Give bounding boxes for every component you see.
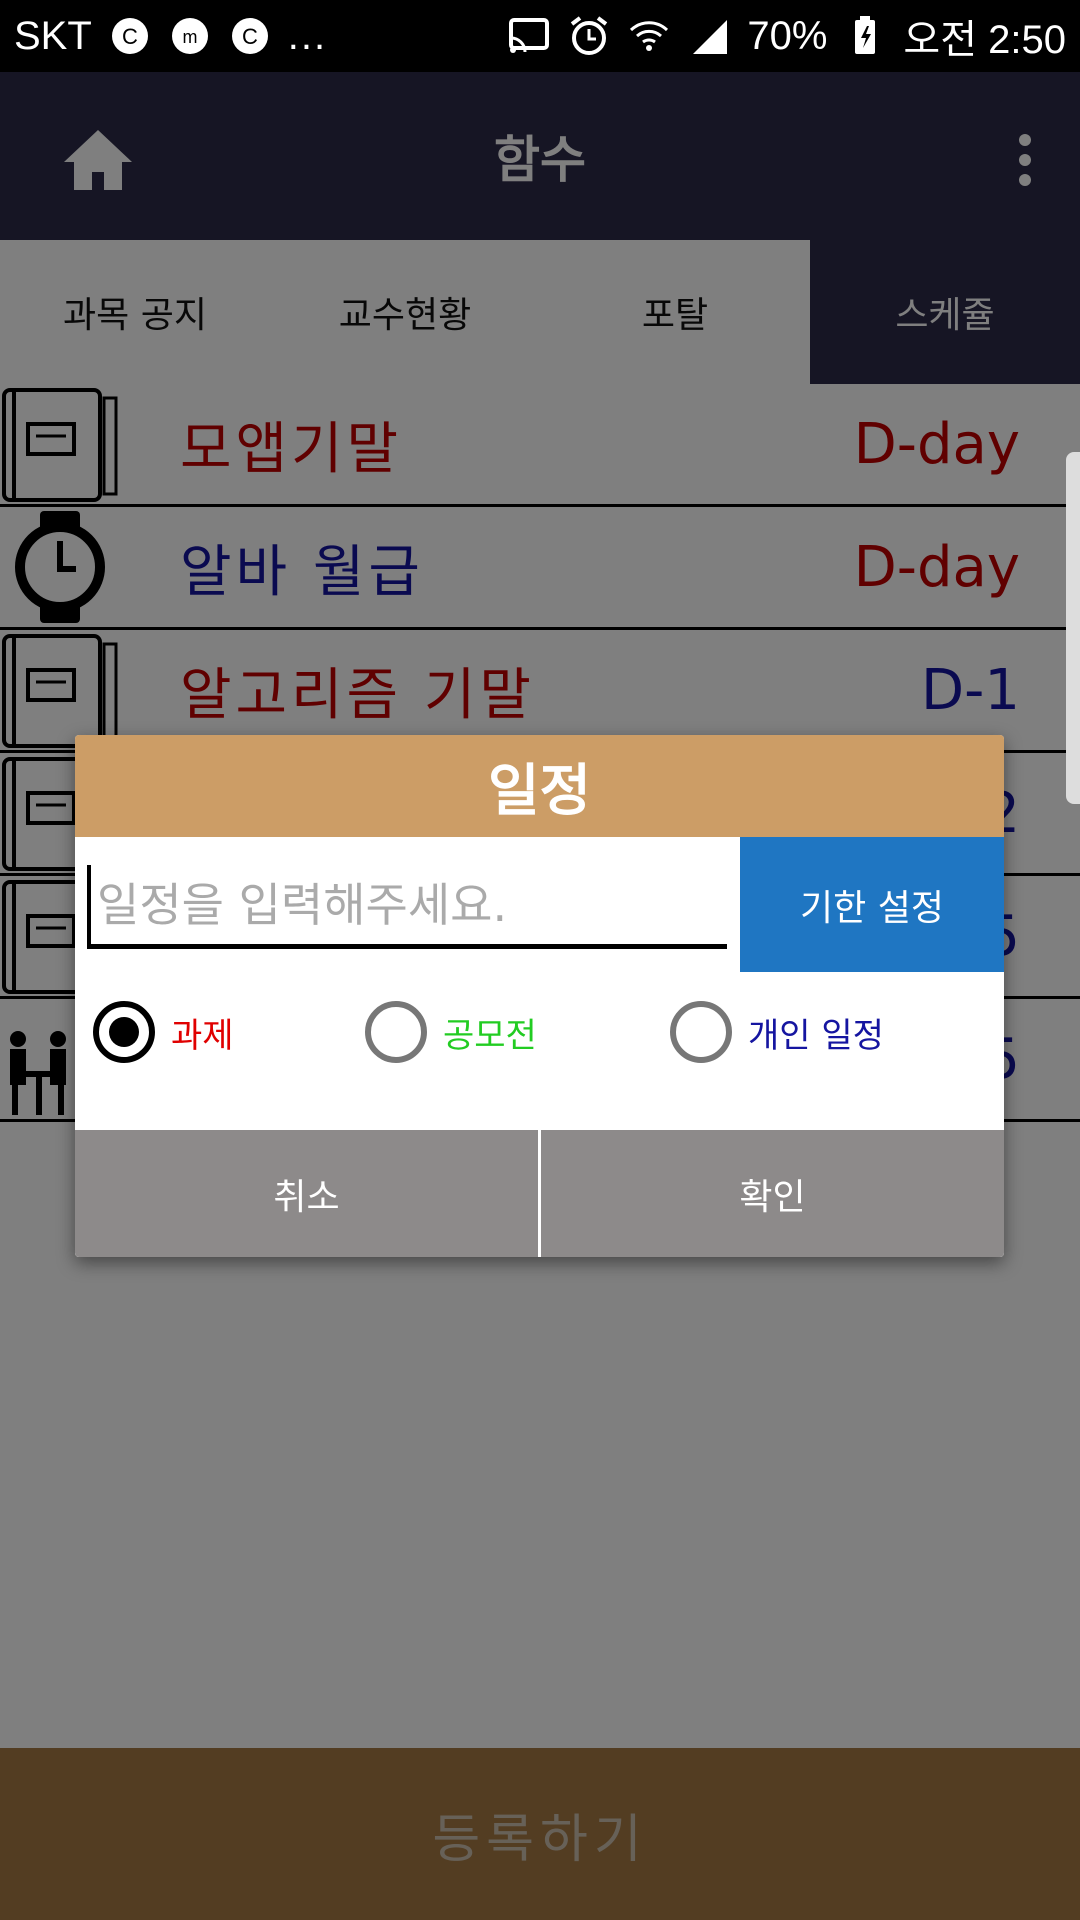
clock: 오전 2:50	[903, 18, 1066, 62]
schedule-input[interactable]	[87, 865, 727, 944]
c-icon: C	[111, 18, 148, 54]
dialog-header: 일정	[75, 735, 1004, 837]
radio-label: 과제	[171, 1015, 234, 1056]
wifi-icon	[630, 21, 669, 51]
radio-unchecked-icon[interactable]	[670, 1001, 732, 1063]
radio-checked-icon[interactable]	[93, 1001, 155, 1063]
radio-label: 공모전	[443, 1015, 537, 1056]
radio-unchecked-icon[interactable]	[365, 1001, 427, 1063]
cancel-button[interactable]: 취소	[75, 1130, 538, 1257]
radio-contest[interactable]: 공모전	[365, 987, 537, 1077]
cast-icon	[509, 18, 550, 53]
svg-text:m: m	[182, 27, 197, 47]
mm-icon: m	[171, 18, 208, 54]
overflow-dots: ...	[287, 13, 328, 58]
status-bar: SKT C m C ... 70% 오전 2:50	[0, 0, 1080, 72]
radio-personal[interactable]: 개인 일정	[670, 987, 884, 1077]
dialog-body: 기한 설정 과제 공모전 개인 일정	[75, 837, 1004, 1130]
schedule-input-wrapper	[87, 865, 727, 949]
battery-percent: 70%	[747, 13, 828, 58]
dialog-title: 일정	[487, 758, 592, 824]
confirm-button[interactable]: 확인	[541, 1130, 1004, 1257]
dialog-footer: 취소 확인	[75, 1130, 1004, 1257]
radio-label: 개인 일정	[748, 1015, 884, 1056]
c-icon: C	[231, 18, 268, 54]
schedule-dialog: 일정 기한 설정 과제 공모전 개인 일정 취소 확인	[75, 735, 1004, 1257]
scrollbar-thumb[interactable]	[1066, 452, 1080, 804]
category-radio-group: 과제 공모전 개인 일정	[75, 987, 1004, 1077]
svg-text:C: C	[122, 24, 138, 49]
radio-assignment[interactable]: 과제	[93, 987, 234, 1077]
alarm-icon	[571, 16, 608, 55]
carrier-label: SKT	[14, 13, 92, 58]
svg-text:C: C	[242, 24, 258, 49]
signal-icon	[693, 20, 728, 54]
battery-icon	[855, 16, 876, 54]
set-deadline-button[interactable]: 기한 설정	[740, 837, 1004, 972]
